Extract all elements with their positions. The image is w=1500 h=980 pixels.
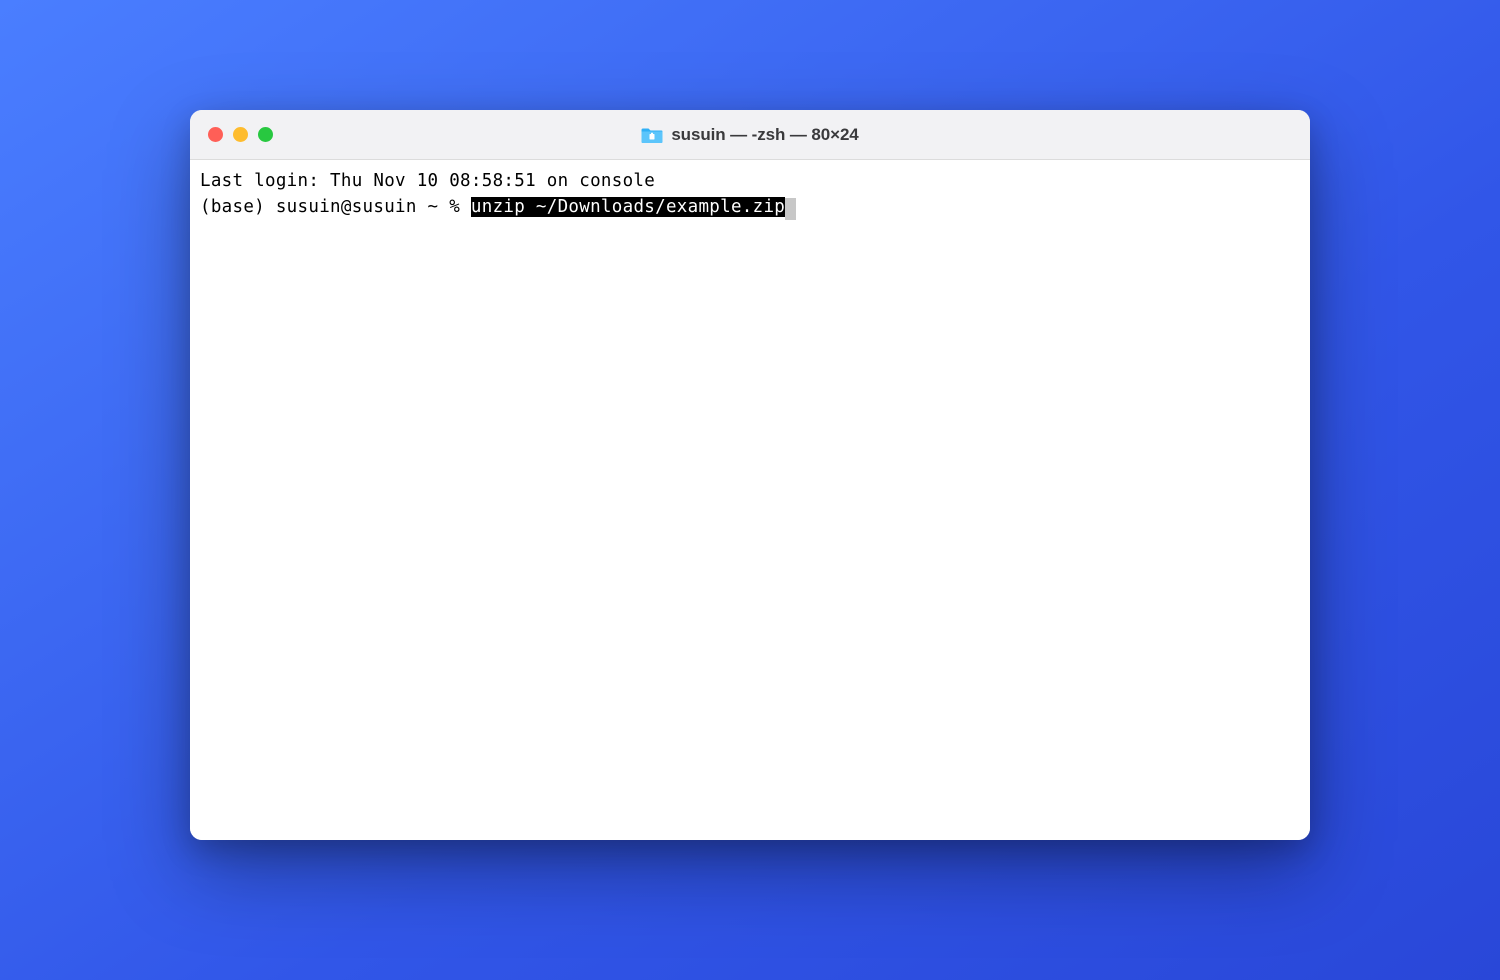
shell-prompt: (base) susuin@susuin ~ % xyxy=(200,197,471,217)
title-bar[interactable]: susuin — -zsh — 80×24 xyxy=(190,110,1310,160)
prompt-line: (base) susuin@susuin ~ % unzip ~/Downloa… xyxy=(200,194,1300,220)
minimize-button[interactable] xyxy=(233,127,248,142)
terminal-body[interactable]: Last login: Thu Nov 10 08:58:51 on conso… xyxy=(190,160,1310,840)
folder-icon xyxy=(641,126,663,144)
window-title: susuin — -zsh — 80×24 xyxy=(671,125,858,145)
cursor xyxy=(785,198,796,220)
traffic-lights xyxy=(190,127,273,142)
last-login-line: Last login: Thu Nov 10 08:58:51 on conso… xyxy=(200,168,1300,194)
entered-command: unzip ~/Downloads/example.zip xyxy=(471,197,785,217)
window-title-area: susuin — -zsh — 80×24 xyxy=(190,125,1310,145)
close-button[interactable] xyxy=(208,127,223,142)
terminal-window: susuin — -zsh — 80×24 Last login: Thu No… xyxy=(190,110,1310,840)
maximize-button[interactable] xyxy=(258,127,273,142)
